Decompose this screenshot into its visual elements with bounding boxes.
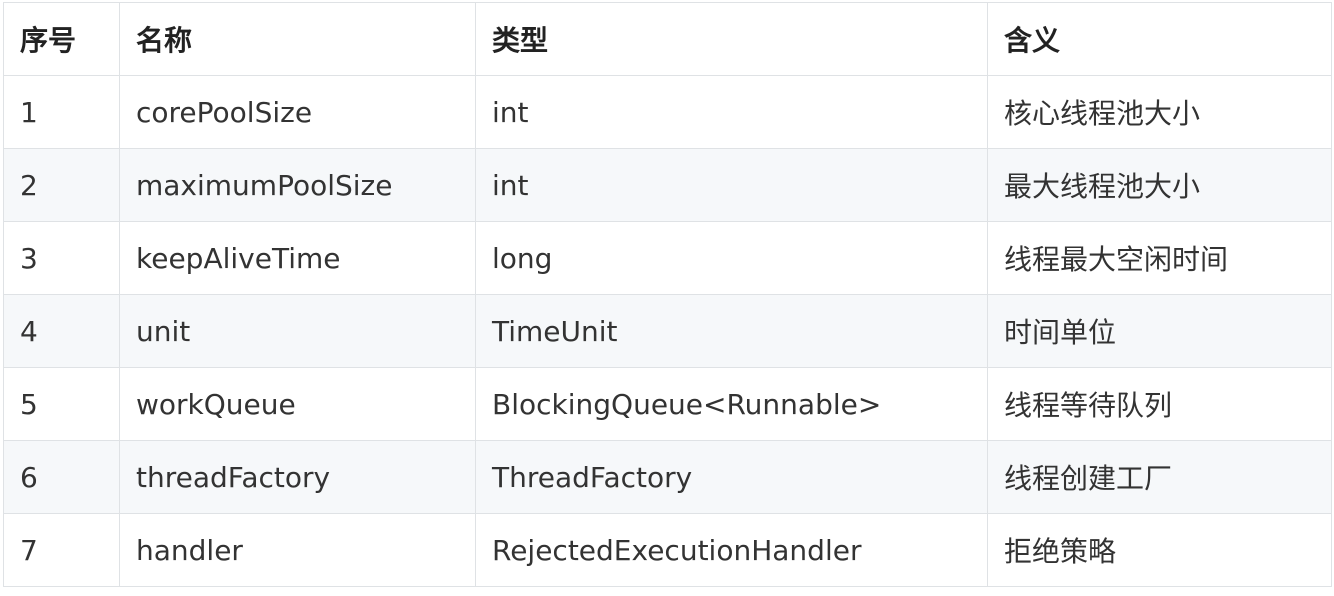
cell-meaning: 拒绝策略 xyxy=(987,513,1332,587)
header-meaning: 含义 xyxy=(987,2,1332,76)
cell-name: threadFactory xyxy=(119,440,476,514)
cell-name: handler xyxy=(119,513,476,587)
cell-meaning: 线程创建工厂 xyxy=(987,440,1332,514)
cell-name: maximumPoolSize xyxy=(119,148,476,222)
cell-name: keepAliveTime xyxy=(119,221,476,295)
table-row: 7 handler RejectedExecutionHandler 拒绝策略 xyxy=(3,513,1332,587)
header-type: 类型 xyxy=(475,2,988,76)
cell-type: int xyxy=(475,148,988,222)
parameter-table-container: 序号 名称 类型 含义 1 corePoolSize int 核心线程池大小 2… xyxy=(0,0,1334,596)
table-row: 3 keepAliveTime long 线程最大空闲时间 xyxy=(3,221,1332,295)
parameter-table: 序号 名称 类型 含义 1 corePoolSize int 核心线程池大小 2… xyxy=(3,2,1332,587)
table-row: 4 unit TimeUnit 时间单位 xyxy=(3,294,1332,368)
cell-index: 7 xyxy=(3,513,120,587)
cell-type: int xyxy=(475,75,988,149)
cell-index: 1 xyxy=(3,75,120,149)
cell-meaning: 核心线程池大小 xyxy=(987,75,1332,149)
header-name: 名称 xyxy=(119,2,476,76)
cell-index: 5 xyxy=(3,367,120,441)
cell-type: BlockingQueue<Runnable> xyxy=(475,367,988,441)
header-row: 序号 名称 类型 含义 xyxy=(3,2,1332,76)
table-row: 2 maximumPoolSize int 最大线程池大小 xyxy=(3,148,1332,222)
cell-meaning: 时间单位 xyxy=(987,294,1332,368)
header-index: 序号 xyxy=(3,2,120,76)
cell-type: TimeUnit xyxy=(475,294,988,368)
table-row: 1 corePoolSize int 核心线程池大小 xyxy=(3,75,1332,149)
cell-index: 3 xyxy=(3,221,120,295)
cell-type: ThreadFactory xyxy=(475,440,988,514)
cell-name: corePoolSize xyxy=(119,75,476,149)
table-row: 6 threadFactory ThreadFactory 线程创建工厂 xyxy=(3,440,1332,514)
cell-meaning: 线程最大空闲时间 xyxy=(987,221,1332,295)
table-row: 5 workQueue BlockingQueue<Runnable> 线程等待… xyxy=(3,367,1332,441)
cell-name: unit xyxy=(119,294,476,368)
cell-index: 2 xyxy=(3,148,120,222)
cell-index: 4 xyxy=(3,294,120,368)
table-body: 1 corePoolSize int 核心线程池大小 2 maximumPool… xyxy=(3,75,1332,587)
cell-name: workQueue xyxy=(119,367,476,441)
cell-meaning: 线程等待队列 xyxy=(987,367,1332,441)
cell-type: long xyxy=(475,221,988,295)
cell-type: RejectedExecutionHandler xyxy=(475,513,988,587)
cell-index: 6 xyxy=(3,440,120,514)
cell-meaning: 最大线程池大小 xyxy=(987,148,1332,222)
table-header: 序号 名称 类型 含义 xyxy=(3,2,1332,76)
